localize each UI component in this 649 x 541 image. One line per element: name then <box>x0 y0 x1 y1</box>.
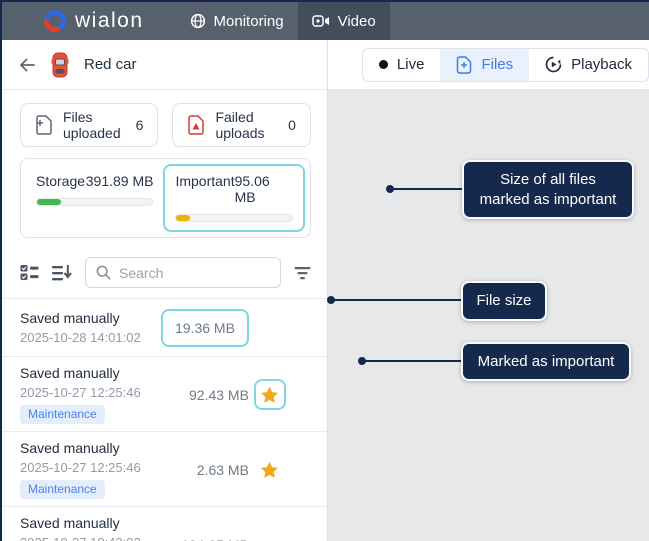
main-content: Red car Files uploaded 6 Failed uploads … <box>2 40 649 541</box>
unit-name: Red car <box>84 56 137 73</box>
star-icon <box>260 386 279 404</box>
view-tabs-strip: Live Files Playback <box>328 40 649 90</box>
file-tag: Maintenance <box>20 480 105 499</box>
failed-uploads-card: Failed uploads 0 <box>172 103 310 147</box>
file-size: 2.63 MB <box>197 462 249 478</box>
wialon-logo: wialon <box>44 9 144 33</box>
file-datetime: 2025-10-27 10:43:02 <box>20 535 181 541</box>
callout-line <box>364 360 461 362</box>
file-add-icon <box>35 115 53 135</box>
callout-text: File size <box>476 291 531 310</box>
stat-value: 6 <box>136 117 144 133</box>
file-row[interactable]: Saved manually 2025-10-27 12:25:46 Maint… <box>2 356 327 431</box>
file-title: Saved manually <box>20 365 189 382</box>
important-progress-fill <box>176 215 190 221</box>
file-tag: Maintenance <box>20 405 105 424</box>
storage-meter: Storage 391.89 MB <box>26 164 163 232</box>
callout-line <box>333 299 461 301</box>
callout-marked-important: Marked as important <box>461 342 631 381</box>
callout-text: Size of all files marked as important <box>474 170 622 208</box>
storage-progress-fill <box>37 199 61 205</box>
important-star-slot <box>257 379 283 410</box>
file-upload-icon <box>456 56 472 74</box>
nav-label: Monitoring <box>214 13 284 30</box>
stat-label: Files uploaded <box>63 109 126 141</box>
unit-header: Red car <box>2 40 327 90</box>
storage-label: Storage <box>36 173 85 189</box>
brand-name: wialon <box>75 9 144 33</box>
file-row[interactable]: Saved manually 2025-10-28 14:01:02 19.36… <box>2 298 327 356</box>
wialon-logo-icon <box>44 10 66 32</box>
live-dot-icon <box>379 60 388 69</box>
file-datetime: 2025-10-27 12:25:46 <box>20 460 197 476</box>
top-nav: Monitoring Video <box>176 2 390 40</box>
file-error-icon <box>187 115 205 135</box>
file-row[interactable]: Saved manually 2025-10-27 10:43:02 Drive… <box>2 506 327 541</box>
tab-label: Files <box>481 56 513 73</box>
nav-item-monitoring[interactable]: Monitoring <box>176 2 298 40</box>
app-window: wialon Monitoring Video <box>0 0 649 541</box>
filter-icon[interactable] <box>294 266 311 280</box>
callout-line <box>392 188 462 190</box>
stat-value: 0 <box>288 117 296 133</box>
video-camera-icon <box>312 14 330 28</box>
storage-value: 391.89 MB <box>86 173 154 189</box>
file-title: Saved manually <box>20 440 197 457</box>
video-files-panel: Red car Files uploaded 6 Failed uploads … <box>2 40 328 541</box>
back-button[interactable] <box>18 57 36 73</box>
important-star-slot <box>257 461 283 479</box>
star-icon[interactable] <box>260 461 279 479</box>
important-meter-highlighted: Important 95.06 MB <box>163 164 304 232</box>
globe-icon <box>190 13 206 29</box>
list-toolbar <box>2 238 327 298</box>
tab-label: Playback <box>571 56 632 73</box>
search-input[interactable] <box>119 265 270 281</box>
tab-live[interactable]: Live <box>363 49 441 81</box>
stat-label: Failed uploads <box>215 109 278 141</box>
callout-text: Marked as important <box>478 352 615 371</box>
important-progress-bar <box>175 214 292 222</box>
file-title: Saved manually <box>20 310 161 327</box>
tab-files[interactable]: Files <box>440 49 529 81</box>
storage-progress-bar <box>36 198 153 206</box>
file-datetime: 2025-10-27 12:25:46 <box>20 385 189 401</box>
storage-card: Storage 391.89 MB Important 95.06 MB <box>20 158 311 238</box>
file-size: 92.43 MB <box>189 387 249 403</box>
file-datetime: 2025-10-28 14:01:02 <box>20 330 161 346</box>
nav-item-video[interactable]: Video <box>298 2 390 40</box>
car-icon <box>50 52 70 78</box>
sort-icon[interactable] <box>52 264 72 281</box>
upload-stats: Files uploaded 6 Failed uploads 0 <box>20 103 311 147</box>
tab-playback[interactable]: Playback <box>529 49 648 81</box>
select-all-icon[interactable] <box>20 264 39 281</box>
search-icon <box>96 265 111 280</box>
important-value: 95.06 MB <box>235 173 293 205</box>
callout-important-size: Size of all files marked as important <box>462 160 634 219</box>
playback-icon <box>545 56 562 73</box>
callout-file-size: File size <box>461 281 547 321</box>
top-bar: wialon Monitoring Video <box>2 2 649 40</box>
important-star-highlighted[interactable] <box>254 379 286 410</box>
important-label: Important <box>175 173 234 205</box>
file-list: Saved manually 2025-10-28 14:01:02 19.36… <box>2 298 327 541</box>
file-title: Saved manually <box>20 515 181 532</box>
view-mode-tabs: Live Files Playback <box>362 48 649 82</box>
files-uploaded-card: Files uploaded 6 <box>20 103 158 147</box>
file-size-highlighted: 19.36 MB <box>161 309 249 347</box>
search-box <box>85 257 281 288</box>
nav-label: Video <box>338 13 376 30</box>
file-size: 184.05 MB <box>181 537 249 541</box>
file-row[interactable]: Saved manually 2025-10-27 12:25:46 Maint… <box>2 431 327 506</box>
tab-label: Live <box>397 56 425 73</box>
